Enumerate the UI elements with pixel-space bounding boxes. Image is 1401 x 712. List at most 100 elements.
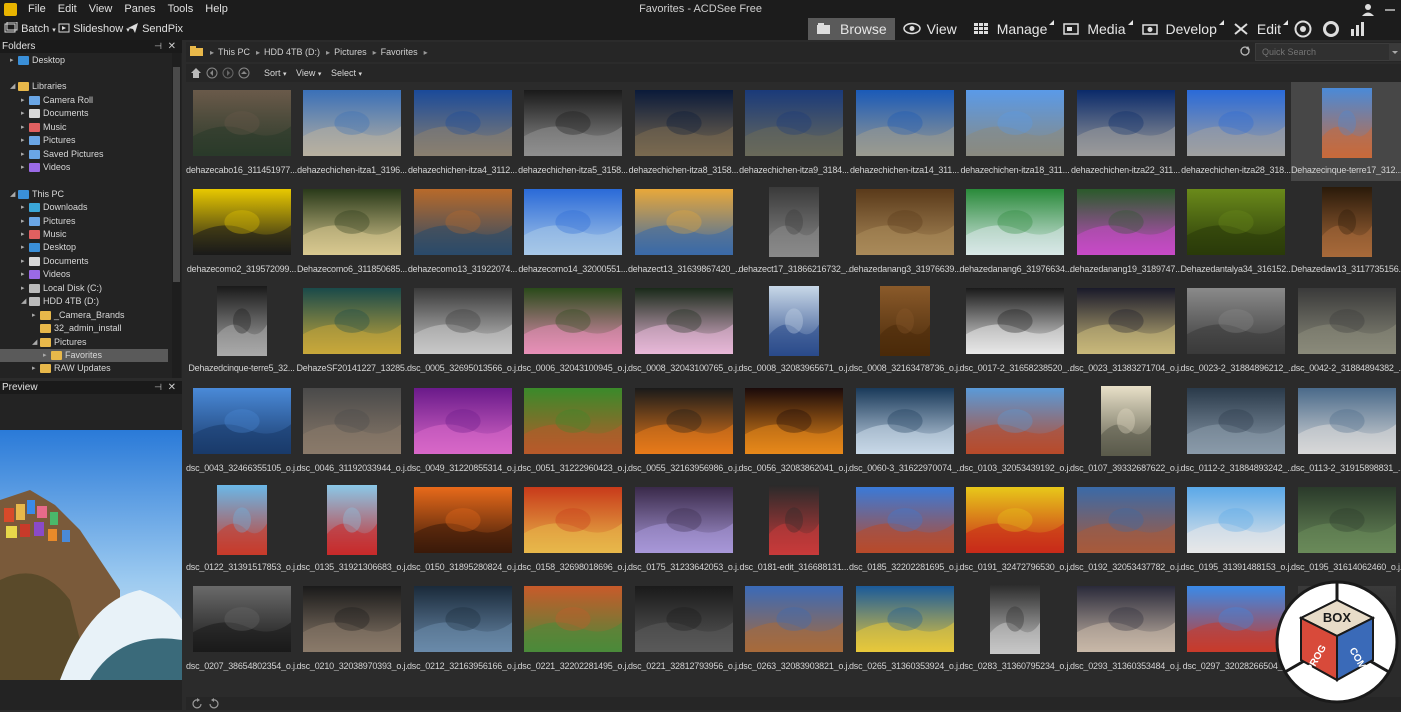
expand-arrow-icon[interactable]: ◢ — [10, 188, 18, 201]
menu-item-file[interactable]: File — [22, 0, 52, 19]
tree-item-favorites[interactable]: ▸ Favorites — [0, 349, 168, 362]
sort-button[interactable]: Sort ▾ — [264, 64, 287, 84]
expand-arrow-icon[interactable]: ▸ — [21, 241, 29, 254]
tree-item-camera-brands[interactable]: ▸ _Camera_Brands — [32, 309, 125, 322]
thumbnail-item[interactable]: dehazecomo14_32000551... — [518, 181, 629, 280]
thumbnail-item[interactable]: dsc_0017-2_31658238520_... — [960, 280, 1071, 379]
tree-item-desktop[interactable]: ▸ Desktop — [21, 241, 76, 254]
mode-manage[interactable]: Manage — [965, 18, 1056, 40]
expand-arrow-icon[interactable]: ◢ — [10, 80, 18, 93]
thumbnail-item[interactable]: dsc_0221_32202281495_o.j... — [518, 578, 629, 677]
thumbnail-item[interactable]: dsc_0043_32466355105_o.j... — [186, 380, 297, 479]
expand-arrow-icon[interactable]: ▸ — [21, 268, 29, 281]
mode-develop[interactable]: Develop — [1134, 18, 1225, 40]
thumbnail-item[interactable]: dsc_0113-2_31915898831_... — [1291, 380, 1401, 479]
thumbnail-item[interactable]: Dehazedcinque-terre5_32... — [186, 280, 297, 379]
chart-icon[interactable] — [1345, 18, 1371, 40]
expand-arrow-icon[interactable]: ▸ — [21, 201, 29, 214]
thumbnail-item[interactable]: dsc_0112-2_31884893242_... — [1181, 380, 1292, 479]
expand-arrow-icon[interactable]: ▸ — [32, 309, 40, 322]
expand-arrow-icon[interactable]: ◢ — [32, 336, 40, 349]
thumbnail-item[interactable]: dehazechichen-itza18_311... — [960, 82, 1071, 181]
expand-arrow-icon[interactable]: ▸ — [21, 121, 29, 134]
thumbnail-item[interactable]: dehazedanang6_31976634... — [960, 181, 1071, 280]
breadcrumb-separator-icon[interactable]: ▸ — [210, 48, 214, 57]
thumbnail-item[interactable]: dsc_0049_31220855314_o.j... — [407, 380, 518, 479]
thumbnail-item[interactable]: Dehazedaw13_3117735156... — [1291, 181, 1401, 280]
menu-item-view[interactable]: View — [83, 0, 119, 19]
thumbnail-item[interactable]: dehazecabo16_311451977... — [186, 82, 297, 181]
menu-item-edit[interactable]: Edit — [52, 0, 83, 19]
minimize-button[interactable] — [1379, 0, 1401, 19]
tree-item-this-pc[interactable]: ◢ This PC — [10, 188, 64, 201]
tree-item-videos[interactable]: ▸ Videos — [21, 268, 70, 281]
search-dropdown-button[interactable] — [1389, 43, 1401, 61]
refresh-icon[interactable] — [1239, 45, 1251, 60]
thumbnail-item[interactable]: dsc_0185_32202281695_o.j... — [849, 479, 960, 578]
thumbnail-item[interactable]: dsc_0046_31192033944_o.j... — [297, 380, 408, 479]
tree-item-libraries[interactable]: ◢ Libraries — [10, 80, 67, 93]
thumbnail-item[interactable]: dsc_0008_32163478736_o.j... — [849, 280, 960, 379]
thumbnail-item[interactable]: Dehazecinque-terre17_312... — [1291, 82, 1401, 181]
thumbnail-item[interactable]: dsc_0006_32043100945_o.j... — [518, 280, 629, 379]
breadcrumb-separator-icon[interactable]: ▸ — [256, 48, 260, 57]
tree-item-hdd-4tb-d[interactable]: ◢ HDD 4TB (D:) — [21, 295, 99, 308]
thumbnail-item[interactable]: dehazect17_31866216732_... — [739, 181, 850, 280]
expand-arrow-icon[interactable]: ▸ — [10, 54, 18, 67]
mode-edit[interactable]: Edit — [1225, 18, 1289, 40]
thumbnail-item[interactable]: dsc_0195_31391488153_o.j... — [1181, 479, 1292, 578]
tree-item-downloads[interactable]: ▸ Downloads — [21, 201, 88, 214]
thumbnail-item[interactable]: dsc_0158_32698018696_o.j... — [518, 479, 629, 578]
thumbnail-item[interactable]: dsc_0056_32083862041_o.j... — [739, 380, 850, 479]
tree-item-camera-roll[interactable]: ▸ Camera Roll — [21, 94, 93, 107]
menu-item-panes[interactable]: Panes — [118, 0, 161, 19]
slideshow-button[interactable]: Slideshow ▾ — [58, 19, 130, 41]
mode-browse[interactable]: Browse — [807, 18, 895, 40]
expand-arrow-icon[interactable]: ▸ — [21, 255, 29, 268]
thumbnail-item[interactable]: dsc_0008_32043100765_o.j... — [628, 280, 739, 379]
tree-item-music[interactable]: ▸ Music — [21, 121, 67, 134]
thumbnail-item[interactable]: dehazechichen-itza28_318... — [1181, 82, 1292, 181]
tree-item-local-disk-c[interactable]: ▸ Local Disk (C:) — [21, 282, 102, 295]
breadcrumb-item[interactable]: HDD 4TB (D:) — [264, 47, 320, 57]
tree-item-videos[interactable]: ▸ Videos — [21, 161, 70, 174]
tree-item-pictures[interactable]: ▸ Pictures — [21, 215, 76, 228]
tree-item-music[interactable]: ▸ Music — [21, 228, 67, 241]
thumbnail-item[interactable]: dsc_0023_31383271704_o.j... — [1070, 280, 1181, 379]
thumbnail-item[interactable]: dehazechichen-itza5_3158... — [518, 82, 629, 181]
thumbnail-item[interactable]: dsc_0192_32053437782_o.j... — [1070, 479, 1181, 578]
close-icon[interactable]: ✕ — [168, 381, 176, 394]
thumbnail-item[interactable]: dehazechichen-itza4_3112... — [407, 82, 518, 181]
quick-search-input[interactable] — [1255, 43, 1401, 61]
thumbnail-item[interactable]: dsc_0263_32083903821_o.j... — [739, 578, 850, 677]
thumbnail-item[interactable]: dsc_0042-2_31884894382_... — [1291, 280, 1401, 379]
expand-arrow-icon[interactable]: ▸ — [21, 215, 29, 228]
thumbnail-item[interactable]: dsc_0060-3_31622970074_... — [849, 380, 960, 479]
expand-arrow-icon[interactable]: ◢ — [21, 295, 29, 308]
thumbnail-item[interactable]: dehazechichen-itza9_3184... — [739, 82, 850, 181]
thumbnail-item[interactable]: dsc_0150_31895280824_o.j... — [407, 479, 518, 578]
thumbnail-item[interactable]: dsc_0265_31360353924_o.j... — [849, 578, 960, 677]
thumbnail-item[interactable]: dsc_0135_31921306683_o.j... — [297, 479, 408, 578]
tree-item-desktop[interactable]: ▸ Desktop — [10, 54, 65, 67]
tree-item-documents[interactable]: ▸ Documents — [21, 107, 89, 120]
thumbnail-item[interactable]: dsc_0181-edit_316688131... — [739, 479, 850, 578]
thumbnail-item[interactable]: DehazeSF20141227_13285... — [297, 280, 408, 379]
expand-arrow-icon[interactable]: ▸ — [21, 107, 29, 120]
close-icon[interactable]: ✕ — [168, 40, 176, 53]
thumbnail-item[interactable]: dsc_0293_31360353484_o.j... — [1070, 578, 1181, 677]
thumbnail-item[interactable]: dsc_0107_39332687622_o.j... — [1070, 380, 1181, 479]
thumbnail-item[interactable]: dehazedanang19_3189747... — [1070, 181, 1181, 280]
expand-arrow-icon[interactable]: ▸ — [21, 94, 29, 107]
expand-arrow-icon[interactable]: ▸ — [32, 362, 40, 375]
thumbnail-item[interactable]: dehazedanang3_31976639... — [849, 181, 960, 280]
thumbnail-item[interactable]: dsc_0023-2_31884896212_... — [1181, 280, 1292, 379]
tree-item-documents[interactable]: ▸ Documents — [21, 255, 89, 268]
expand-arrow-icon[interactable]: ▸ — [43, 349, 51, 362]
view-button[interactable]: View ▾ — [296, 64, 321, 84]
thumbnail-item[interactable]: dsc_0195_31614062460_o.j... — [1291, 479, 1401, 578]
tree-item-raw-updates[interactable]: ▸ RAW Updates — [32, 362, 111, 375]
360-icon[interactable] — [1317, 18, 1345, 40]
thumbnail-item[interactable]: Dehazecomo6_311850685... — [297, 181, 408, 280]
tree-item-pictures[interactable]: ◢ Pictures — [32, 336, 87, 349]
